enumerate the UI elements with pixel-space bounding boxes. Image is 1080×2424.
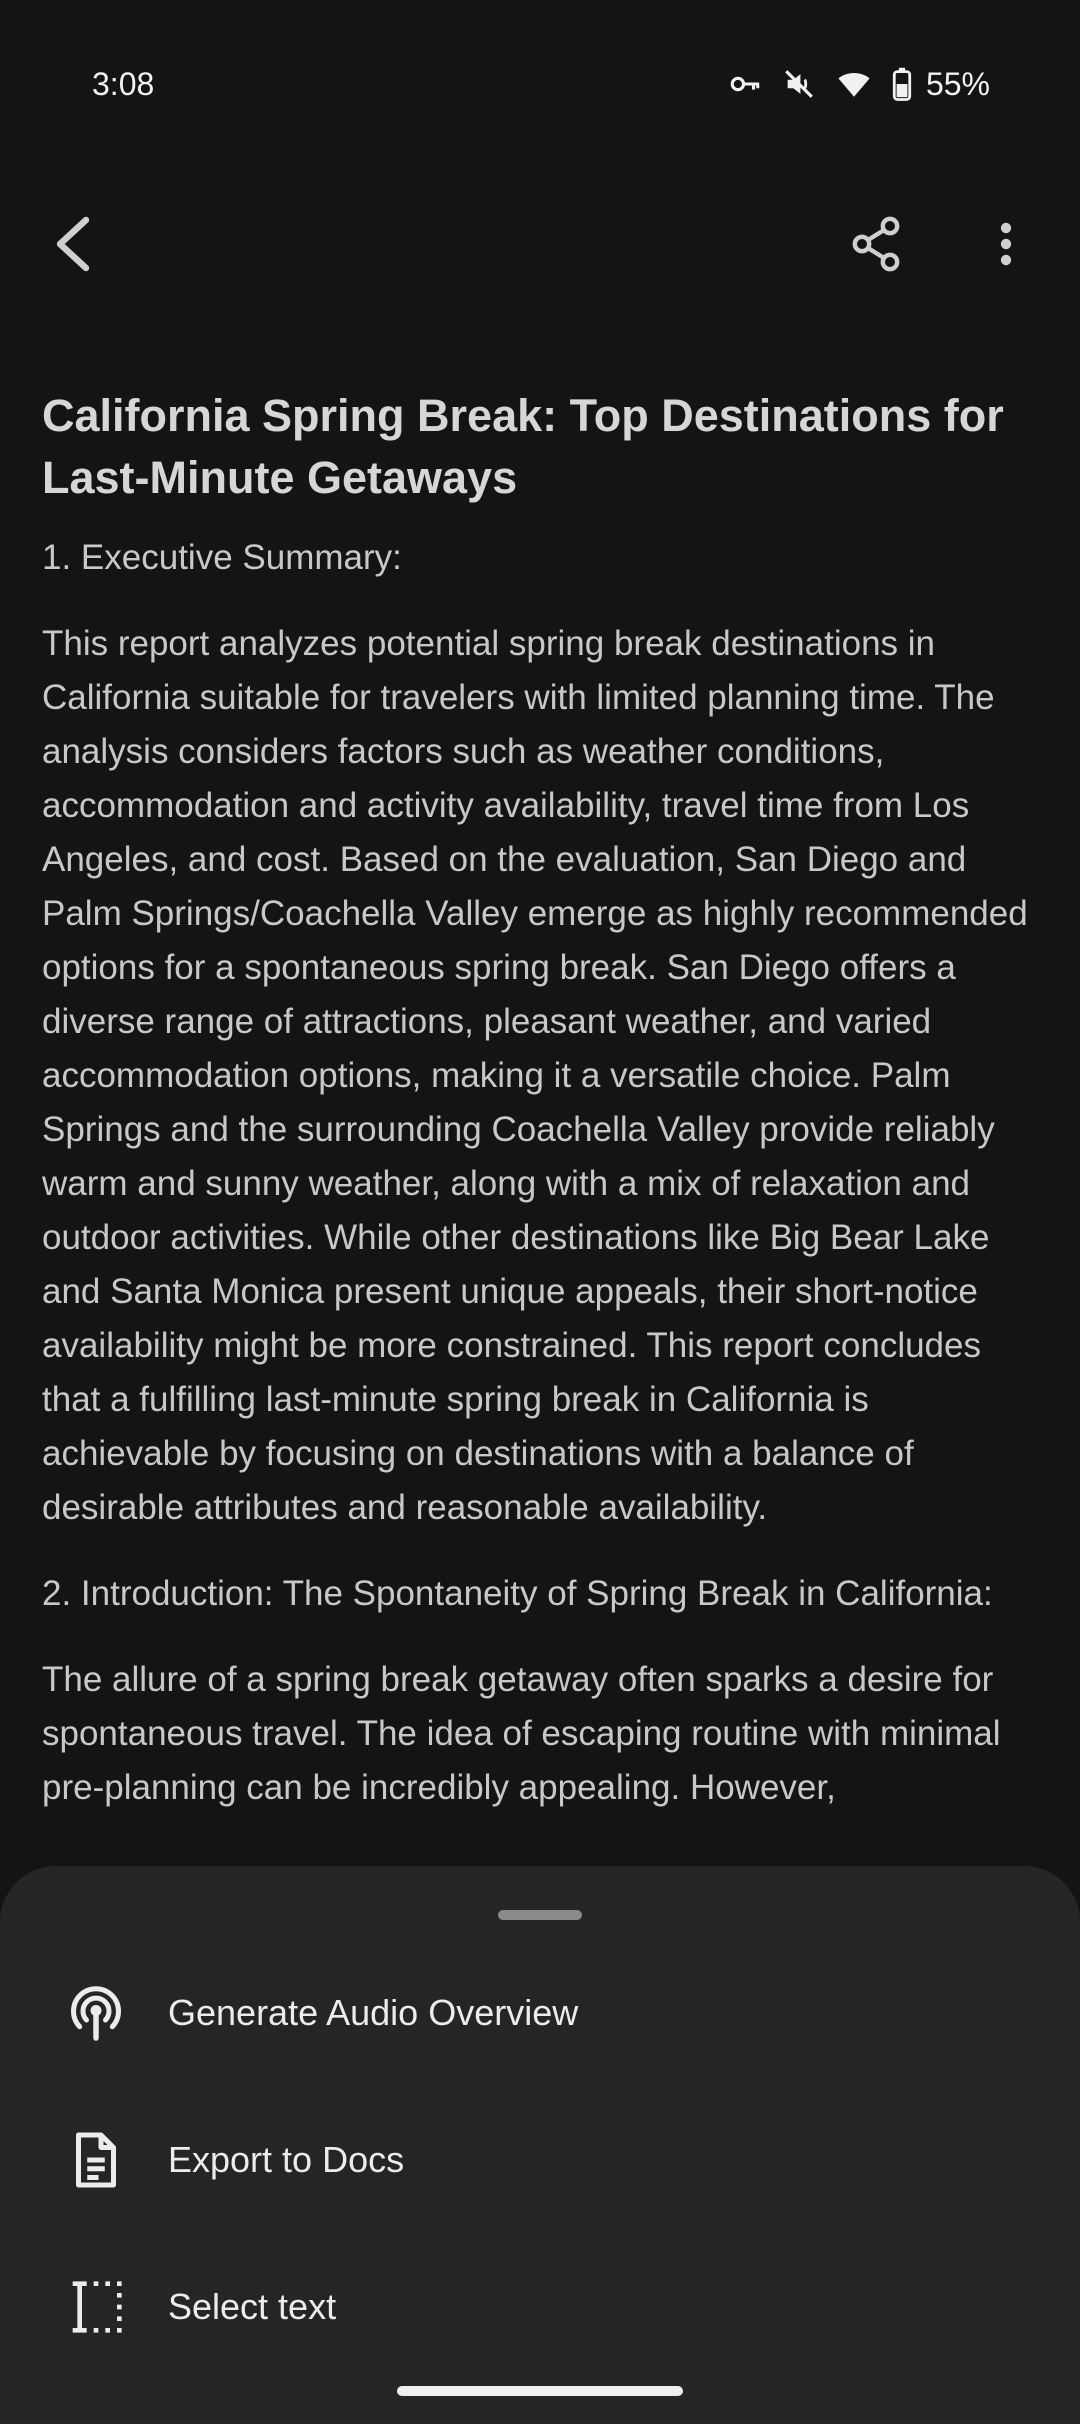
bottom-sheet: Generate Audio Overview Export to Docs S… — [0, 1866, 1080, 2424]
arrow-back-icon — [50, 214, 94, 279]
sheet-item-label: Select text — [168, 2286, 337, 2327]
podcast-icon — [60, 1977, 132, 2049]
sheet-item-label: Export to Docs — [168, 2139, 405, 2180]
section-heading: 1. Executive Summary: — [42, 538, 402, 577]
document-icon — [60, 2124, 132, 2196]
battery-icon — [892, 67, 912, 101]
select-text-button[interactable]: Select text — [0, 2242, 1080, 2372]
app-bar — [0, 200, 1080, 290]
section-heading: 2. Introduction: The Spontaneity of Spri… — [42, 1574, 993, 1613]
status-icons: 55% — [728, 62, 990, 106]
text-select-icon — [60, 2271, 132, 2343]
more-options-button[interactable] — [970, 210, 1042, 282]
wifi-icon — [836, 67, 872, 101]
generate-audio-overview-button[interactable]: Generate Audio Overview — [0, 1948, 1080, 2078]
section-paragraph: The allure of a spring break getaway oft… — [42, 1660, 1001, 1807]
sheet-item-label: Generate Audio Overview — [168, 1992, 579, 2033]
share-icon — [850, 216, 902, 277]
status-bar: 3:08 55% — [0, 0, 1080, 170]
back-button[interactable] — [36, 210, 108, 282]
status-time: 3:08 — [92, 66, 155, 102]
drag-handle[interactable] — [498, 1910, 582, 1920]
export-to-docs-button[interactable]: Export to Docs — [0, 2095, 1080, 2225]
document-content[interactable]: California Spring Break: Top Destination… — [42, 385, 1042, 1865]
vpn-key-icon — [728, 67, 762, 101]
battery-percent: 55% — [925, 65, 990, 102]
home-indicator[interactable] — [397, 2386, 683, 2396]
share-button[interactable] — [840, 210, 912, 282]
document-title: California Spring Break: Top Destination… — [42, 390, 1004, 503]
mute-icon — [782, 67, 816, 101]
section-paragraph: This report analyzes potential spring br… — [42, 624, 1028, 1527]
more-vert-icon — [998, 220, 1014, 273]
